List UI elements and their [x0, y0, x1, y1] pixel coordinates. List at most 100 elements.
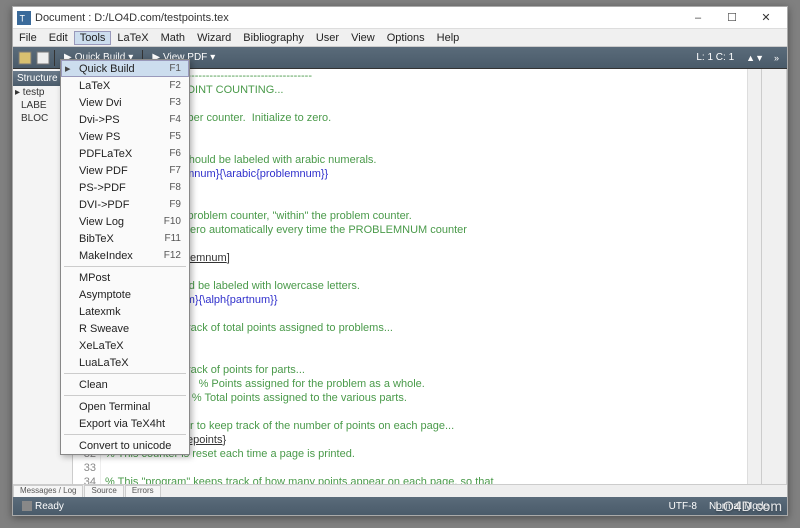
- menu-divider: [64, 434, 186, 435]
- menu-item-xelatex[interactable]: XeLaTeX: [61, 337, 189, 354]
- menu-item-view-ps[interactable]: View PSF5: [61, 128, 189, 145]
- code-line[interactable]: [105, 181, 747, 195]
- menu-item-label: View PDF: [79, 165, 169, 177]
- menu-item-pdflatex[interactable]: PDFLaTeXF6: [61, 145, 189, 162]
- menu-item-view-dvi[interactable]: View DviF3: [61, 94, 189, 111]
- menu-item-r-sweave[interactable]: R Sweave: [61, 320, 189, 337]
- menu-item-view-pdf[interactable]: View PDFF7: [61, 162, 189, 179]
- menu-item-ps-pdf[interactable]: PS->PDFF8: [61, 179, 189, 196]
- code-line[interactable]: mand{\theproblemnum}{\arabic{problemnum}…: [105, 167, 747, 181]
- menu-item-latex[interactable]: LaTeXF2: [61, 77, 189, 94]
- menu-edit[interactable]: Edit: [43, 31, 74, 45]
- code-area[interactable]: % --------------------------------------…: [101, 69, 747, 484]
- menu-item-label: Dvi->PS: [79, 114, 169, 126]
- code-line[interactable]: [105, 265, 747, 279]
- code-line[interactable]: [105, 405, 747, 419]
- menu-item-lualatex[interactable]: LuaLaTeX: [61, 354, 189, 371]
- menu-item-export-via-tex4ht[interactable]: Export via TeX4ht: [61, 415, 189, 432]
- menu-item-clean[interactable]: Clean: [61, 376, 189, 393]
- code-line[interactable]: y that problems should be labeled with a…: [105, 153, 747, 167]
- menu-item-shortcut: F11: [165, 233, 182, 244]
- code-line[interactable]: [105, 307, 747, 321]
- code-line[interactable]: er{totalpoints}: [105, 335, 747, 349]
- code-line[interactable]: emented.: [105, 237, 747, 251]
- menu-item-mpost[interactable]: MPost: [61, 269, 189, 286]
- code-line[interactable]: [105, 349, 747, 363]
- menu-options[interactable]: Options: [381, 31, 431, 45]
- menu-bibliography[interactable]: Bibliography: [237, 31, 310, 45]
- code-line[interactable]: the part-within-a-problem counter, "with…: [105, 209, 747, 223]
- menu-item-dvi-ps[interactable]: Dvi->PSF4: [61, 111, 189, 128]
- menu-item-latexmk[interactable]: Latexmk: [61, 303, 189, 320]
- menu-item-shortcut: F12: [164, 250, 181, 261]
- menu-item-convert-to-unicode[interactable]: Convert to unicode: [61, 437, 189, 454]
- statusbar: Ready UTF-8 Normal Mode: [13, 497, 787, 515]
- menu-item-view-log[interactable]: View LogF10: [61, 213, 189, 230]
- code-line[interactable]: [105, 97, 747, 111]
- code-line[interactable]: % This counter is reset each time a page…: [105, 447, 747, 461]
- overflow-icon[interactable]: »: [770, 53, 783, 63]
- code-line[interactable]: M, PART, AND POINT COUNTING...: [105, 83, 747, 97]
- menu-item-label: Asymptote: [79, 289, 181, 301]
- code-line[interactable]: counter to keep track of total points as…: [105, 321, 747, 335]
- vertical-scrollbar[interactable]: [747, 69, 761, 484]
- menu-item-label: View PS: [79, 131, 169, 143]
- status-icon: [19, 498, 35, 514]
- menu-item-label: Convert to unicode: [79, 440, 181, 452]
- minimize-button[interactable]: –: [681, 8, 715, 28]
- code-line[interactable]: the problem number counter. Initialize t…: [105, 111, 747, 125]
- maximize-button[interactable]: ☐: [715, 8, 749, 28]
- code-line[interactable]: % Make a counter to keep track of the nu…: [105, 419, 747, 433]
- code-line[interactable]: er{problemnum}: [105, 125, 747, 139]
- menu-item-quick-build[interactable]: ▸Quick BuildF1: [61, 60, 189, 77]
- window-title: Document : D:/LO4D.com/testpoints.tex: [35, 12, 681, 24]
- menu-user[interactable]: User: [310, 31, 345, 45]
- bottom-tab[interactable]: Errors: [125, 485, 161, 497]
- code-line[interactable]: ounters to keep track of points for part…: [105, 363, 747, 377]
- code-line[interactable]: er{partnum}[problemnum]: [105, 251, 747, 265]
- menu-item-shortcut: F7: [169, 165, 181, 176]
- bottom-tab[interactable]: Messages / Log: [13, 485, 83, 497]
- code-line[interactable]: mand{\thepartnum}{\alph{partnum}}: [105, 293, 747, 307]
- menu-wizard[interactable]: Wizard: [191, 31, 237, 45]
- menu-tools[interactable]: Tools: [74, 31, 112, 45]
- menu-latex[interactable]: LaTeX: [111, 31, 154, 45]
- code-line[interactable]: % This "program" keeps track of how many…: [105, 475, 747, 484]
- menu-item-label: Clean: [79, 379, 181, 391]
- pdf-panel: [761, 69, 787, 484]
- menu-item-label: Open Terminal: [79, 401, 181, 413]
- tool-icon[interactable]: [35, 50, 51, 66]
- menu-help[interactable]: Help: [431, 31, 466, 45]
- code-line[interactable]: [105, 195, 747, 209]
- code-line[interactable]: y that parts should be labeled with lowe…: [105, 279, 747, 293]
- code-line[interactable]: [105, 461, 747, 475]
- menu-view[interactable]: View: [345, 31, 381, 45]
- menu-item-makeindex[interactable]: MakeIndexF12: [61, 247, 189, 264]
- menu-item-label: PS->PDF: [79, 182, 169, 194]
- menu-item-open-terminal[interactable]: Open Terminal: [61, 398, 189, 415]
- code-line[interactable]: er{totalparts} % Total points assigned t…: [105, 391, 747, 405]
- menu-math[interactable]: Math: [155, 31, 191, 45]
- menu-item-label: LuaLaTeX: [79, 357, 181, 369]
- status-encoding: UTF-8: [669, 501, 697, 512]
- menu-item-bibtex[interactable]: BibTeXF11: [61, 230, 189, 247]
- code-line[interactable]: [105, 139, 747, 153]
- menu-item-shortcut: F9: [169, 199, 181, 210]
- tool-icon[interactable]: [17, 50, 33, 66]
- code-line[interactable]: ounter resets to zero automatically ever…: [105, 223, 747, 237]
- close-button[interactable]: ✕: [749, 8, 783, 28]
- menu-item-asymptote[interactable]: Asymptote: [61, 286, 189, 303]
- tools-menu-dropdown: ▸Quick BuildF1LaTeXF2View DviF3Dvi->PSF4…: [60, 59, 190, 455]
- code-line[interactable]: \newcounter{pagepoints}: [105, 433, 747, 447]
- menu-item-label: DVI->PDF: [79, 199, 169, 211]
- menu-item-label: Export via TeX4ht: [79, 418, 181, 430]
- bottom-tab[interactable]: Source: [84, 485, 123, 497]
- menu-item-dvi-pdf[interactable]: DVI->PDFF9: [61, 196, 189, 213]
- menu-file[interactable]: File: [13, 31, 43, 45]
- status-ready: Ready: [35, 501, 64, 512]
- menubar: FileEditToolsLaTeXMathWizardBibliography…: [13, 29, 787, 47]
- code-line[interactable]: er{curprobpts} % Points assigned for the…: [105, 377, 747, 391]
- code-line[interactable]: % --------------------------------------…: [105, 69, 747, 83]
- menu-item-shortcut: F1: [169, 63, 181, 74]
- collapse-icon[interactable]: ▲▼: [742, 53, 768, 63]
